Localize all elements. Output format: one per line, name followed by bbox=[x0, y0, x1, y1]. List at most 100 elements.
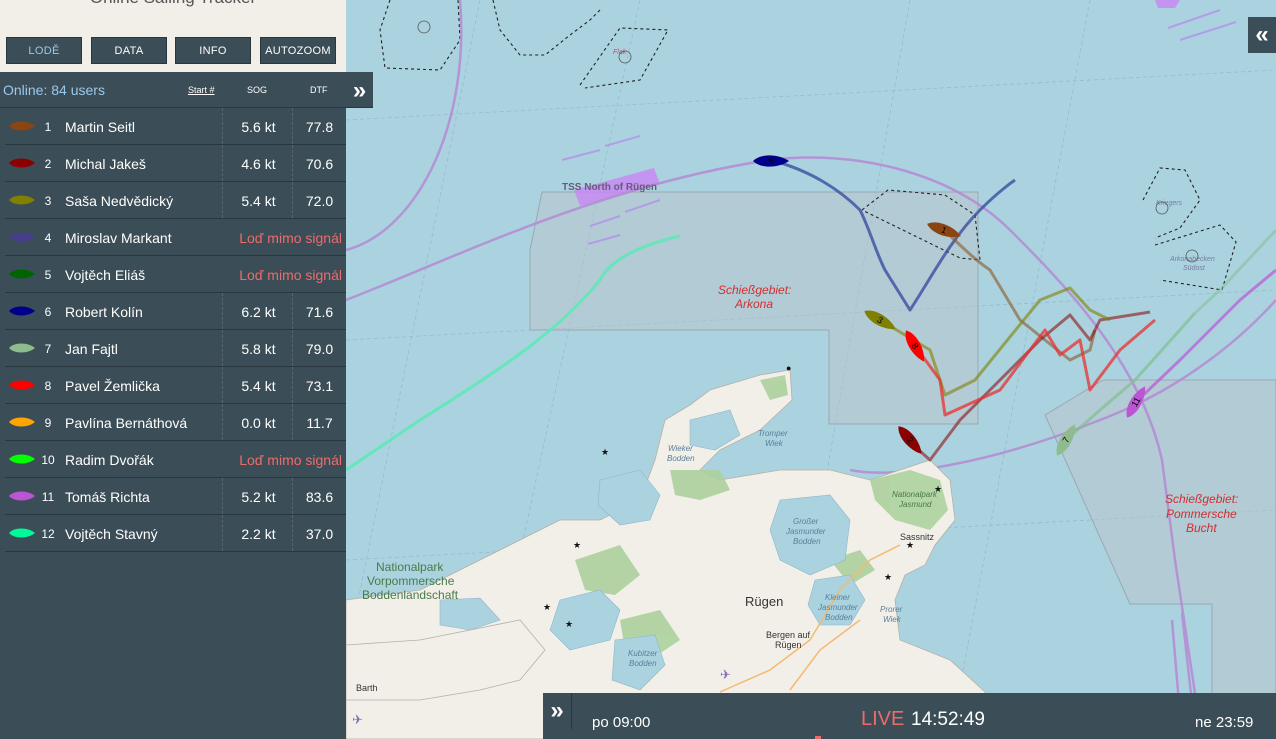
boat-skipper-name: Michal Jakeš bbox=[65, 156, 146, 172]
svg-text:★: ★ bbox=[934, 484, 942, 494]
svg-text:★: ★ bbox=[884, 572, 892, 582]
map-label-pommersche-name: Pommersche bbox=[1166, 507, 1237, 521]
boat-distance-to-finish: 71.6 bbox=[305, 304, 334, 320]
column-sog-header: SOG bbox=[247, 85, 268, 95]
map-label-arkona: Schießgebiet: bbox=[718, 283, 791, 297]
boat-start-number: 5 bbox=[44, 268, 52, 282]
boat-color-icon bbox=[9, 491, 35, 501]
boat-color-icon bbox=[9, 380, 35, 390]
boat-distance-to-finish: 77.8 bbox=[305, 119, 334, 135]
timeline-toggle-button[interactable]: » bbox=[543, 693, 572, 729]
boat-start-number: 10 bbox=[41, 453, 55, 467]
map-label-bergen-rugen: Rügen bbox=[775, 640, 802, 650]
boat-skipper-name: Pavel Žemlička bbox=[65, 378, 160, 394]
svg-text:✈: ✈ bbox=[352, 712, 363, 727]
boat-skipper-name: Vojtěch Stavný bbox=[65, 526, 158, 542]
boat-speed: 5.8 kt bbox=[241, 341, 276, 357]
boat-start-number: 2 bbox=[44, 157, 52, 171]
svg-text:★: ★ bbox=[573, 540, 581, 550]
boat-row[interactable]: 11 Tomáš Richta 5.2 kt 83.6 bbox=[5, 478, 346, 515]
boat-row[interactable]: 7 Jan Fajtl 5.8 kt 79.0 bbox=[5, 330, 346, 367]
boat-row[interactable]: 2 Michal Jakeš 4.6 kt 70.6 bbox=[5, 145, 346, 182]
column-dtf-header: DTF bbox=[310, 85, 328, 95]
timeline-end-label: ne 23:59 bbox=[1195, 714, 1254, 731]
boat-color-icon bbox=[9, 417, 35, 427]
column-divider bbox=[222, 404, 223, 440]
boat-start-number: 6 bbox=[44, 305, 52, 319]
info-tab-button[interactable]: INFO bbox=[175, 37, 251, 64]
column-divider bbox=[292, 478, 293, 514]
boat-row[interactable]: 12 Vojtěch Stavný 2.2 kt 37.0 bbox=[5, 515, 346, 552]
online-users-count: Online: 84 users bbox=[3, 82, 105, 98]
map-label-grosser-jasmunder: Jasmunder bbox=[785, 527, 826, 536]
live-indicator[interactable]: LIVE bbox=[861, 708, 904, 731]
map-label-kleiner-jasmunder: Jasmunder bbox=[817, 603, 858, 612]
boat-row[interactable]: 4 Miroslav Markant Loď mimo signál bbox=[5, 219, 346, 256]
map-label-arkonabecken-sudost: Südost bbox=[1183, 265, 1206, 272]
autozoom-button[interactable]: AUTOZOOM bbox=[260, 37, 336, 64]
boat-skipper-name: Miroslav Markant bbox=[65, 230, 172, 246]
boat-list-panel: Online: 84 users Start # SOG DTF » 1 Mart… bbox=[0, 72, 373, 739]
column-divider bbox=[222, 330, 223, 366]
boat-skipper-name: Jan Fajtl bbox=[65, 341, 118, 357]
map-label-arkona-name: Arkona bbox=[734, 297, 773, 311]
boat-start-number: 11 bbox=[41, 490, 55, 504]
boat-row[interactable]: 1 Martin Seitl 5.6 kt 77.8 bbox=[5, 108, 346, 145]
map-label-tromper-wiek: Wiek bbox=[765, 439, 784, 448]
boat-row[interactable]: 9 Pavlína Bernáthová 0.0 kt 11.7 bbox=[5, 404, 346, 441]
column-divider bbox=[292, 182, 293, 218]
boat-distance-to-finish: 70.6 bbox=[305, 156, 334, 172]
boat-no-signal-status: Loď mimo signál bbox=[239, 267, 342, 283]
svg-text:6: 6 bbox=[768, 156, 773, 166]
boat-start-number: 9 bbox=[44, 416, 52, 430]
boat-row[interactable]: 6 Robert Kolín 6.2 kt 71.6 bbox=[5, 293, 346, 330]
top-panel: Online Sailing Tracker LODĚ DATA INFO AU… bbox=[0, 0, 346, 72]
column-divider bbox=[222, 108, 223, 144]
boat-color-icon bbox=[9, 232, 35, 242]
boat-row[interactable]: 10 Radim Dvořák Loď mimo signál bbox=[5, 441, 346, 478]
map-label-kleiner: Kleiner bbox=[825, 593, 850, 602]
boats-tab-button[interactable]: LODĚ bbox=[6, 37, 82, 64]
column-divider bbox=[222, 478, 223, 514]
map-label-jasmund: Nationalpark bbox=[892, 490, 938, 499]
boat-distance-to-finish: 37.0 bbox=[305, 526, 334, 542]
boat-distance-to-finish: 11.7 bbox=[306, 415, 333, 431]
map-label-kleiner-bodden: Bodden bbox=[825, 613, 853, 622]
boat-speed: 6.2 kt bbox=[241, 304, 276, 320]
boat-skipper-name: Pavlína Bernáthová bbox=[65, 415, 188, 431]
timeline-start-label: po 09:00 bbox=[592, 714, 651, 731]
boat-row[interactable]: 8 Pavel Žemlička 5.4 kt 73.1 bbox=[5, 367, 346, 404]
map-label-rugen: Rügen bbox=[745, 594, 783, 609]
map-label-arkona-nord: Kriegers bbox=[1156, 200, 1183, 207]
boat-no-signal-status: Loď mimo signál bbox=[239, 230, 342, 246]
map-label-grosser-bodden: Bodden bbox=[793, 537, 821, 546]
boat-start-number: 12 bbox=[41, 527, 55, 541]
boat-skipper-name: Saša Nedvědický bbox=[65, 193, 174, 209]
svg-text:★: ★ bbox=[601, 447, 609, 457]
current-time: 14:52:49 bbox=[911, 709, 985, 730]
column-divider bbox=[292, 293, 293, 329]
svg-text:★: ★ bbox=[906, 540, 914, 550]
boat-list-header: Online: 84 users Start # SOG DTF » bbox=[0, 72, 373, 108]
column-divider bbox=[222, 367, 223, 403]
boat-list: 1 Martin Seitl 5.6 kt 77.8 2 Michal Jakeš 4.6 … bbox=[5, 108, 346, 552]
boat-color-icon bbox=[9, 528, 35, 538]
sort-start-number-link[interactable]: Start # bbox=[188, 85, 215, 95]
app-title: Online Sailing Tracker bbox=[0, 0, 346, 8]
column-divider bbox=[222, 182, 223, 218]
map-label-vorpommersche: Vorpommersche bbox=[367, 574, 455, 588]
map-label-boddenlandschaft: Boddenlandschaft bbox=[362, 588, 459, 602]
boat-color-icon bbox=[9, 269, 35, 279]
boat-skipper-name: Robert Kolín bbox=[65, 304, 143, 320]
boat-start-number: 8 bbox=[44, 379, 52, 393]
boat-distance-to-finish: 83.6 bbox=[305, 489, 334, 505]
data-tab-button[interactable]: DATA bbox=[91, 37, 167, 64]
boat-speed: 5.4 kt bbox=[241, 378, 276, 394]
expand-right-panel-button[interactable]: « bbox=[1248, 17, 1276, 53]
column-divider bbox=[222, 515, 223, 551]
map-label-prorer: Prorer bbox=[880, 605, 903, 614]
column-divider bbox=[222, 293, 223, 329]
boat-row[interactable]: 5 Vojtěch Eliáš Loď mimo signál bbox=[5, 256, 346, 293]
boat-row[interactable]: 3 Saša Nedvědický 5.4 kt 72.0 bbox=[5, 182, 346, 219]
collapse-panel-button[interactable]: » bbox=[346, 74, 373, 108]
